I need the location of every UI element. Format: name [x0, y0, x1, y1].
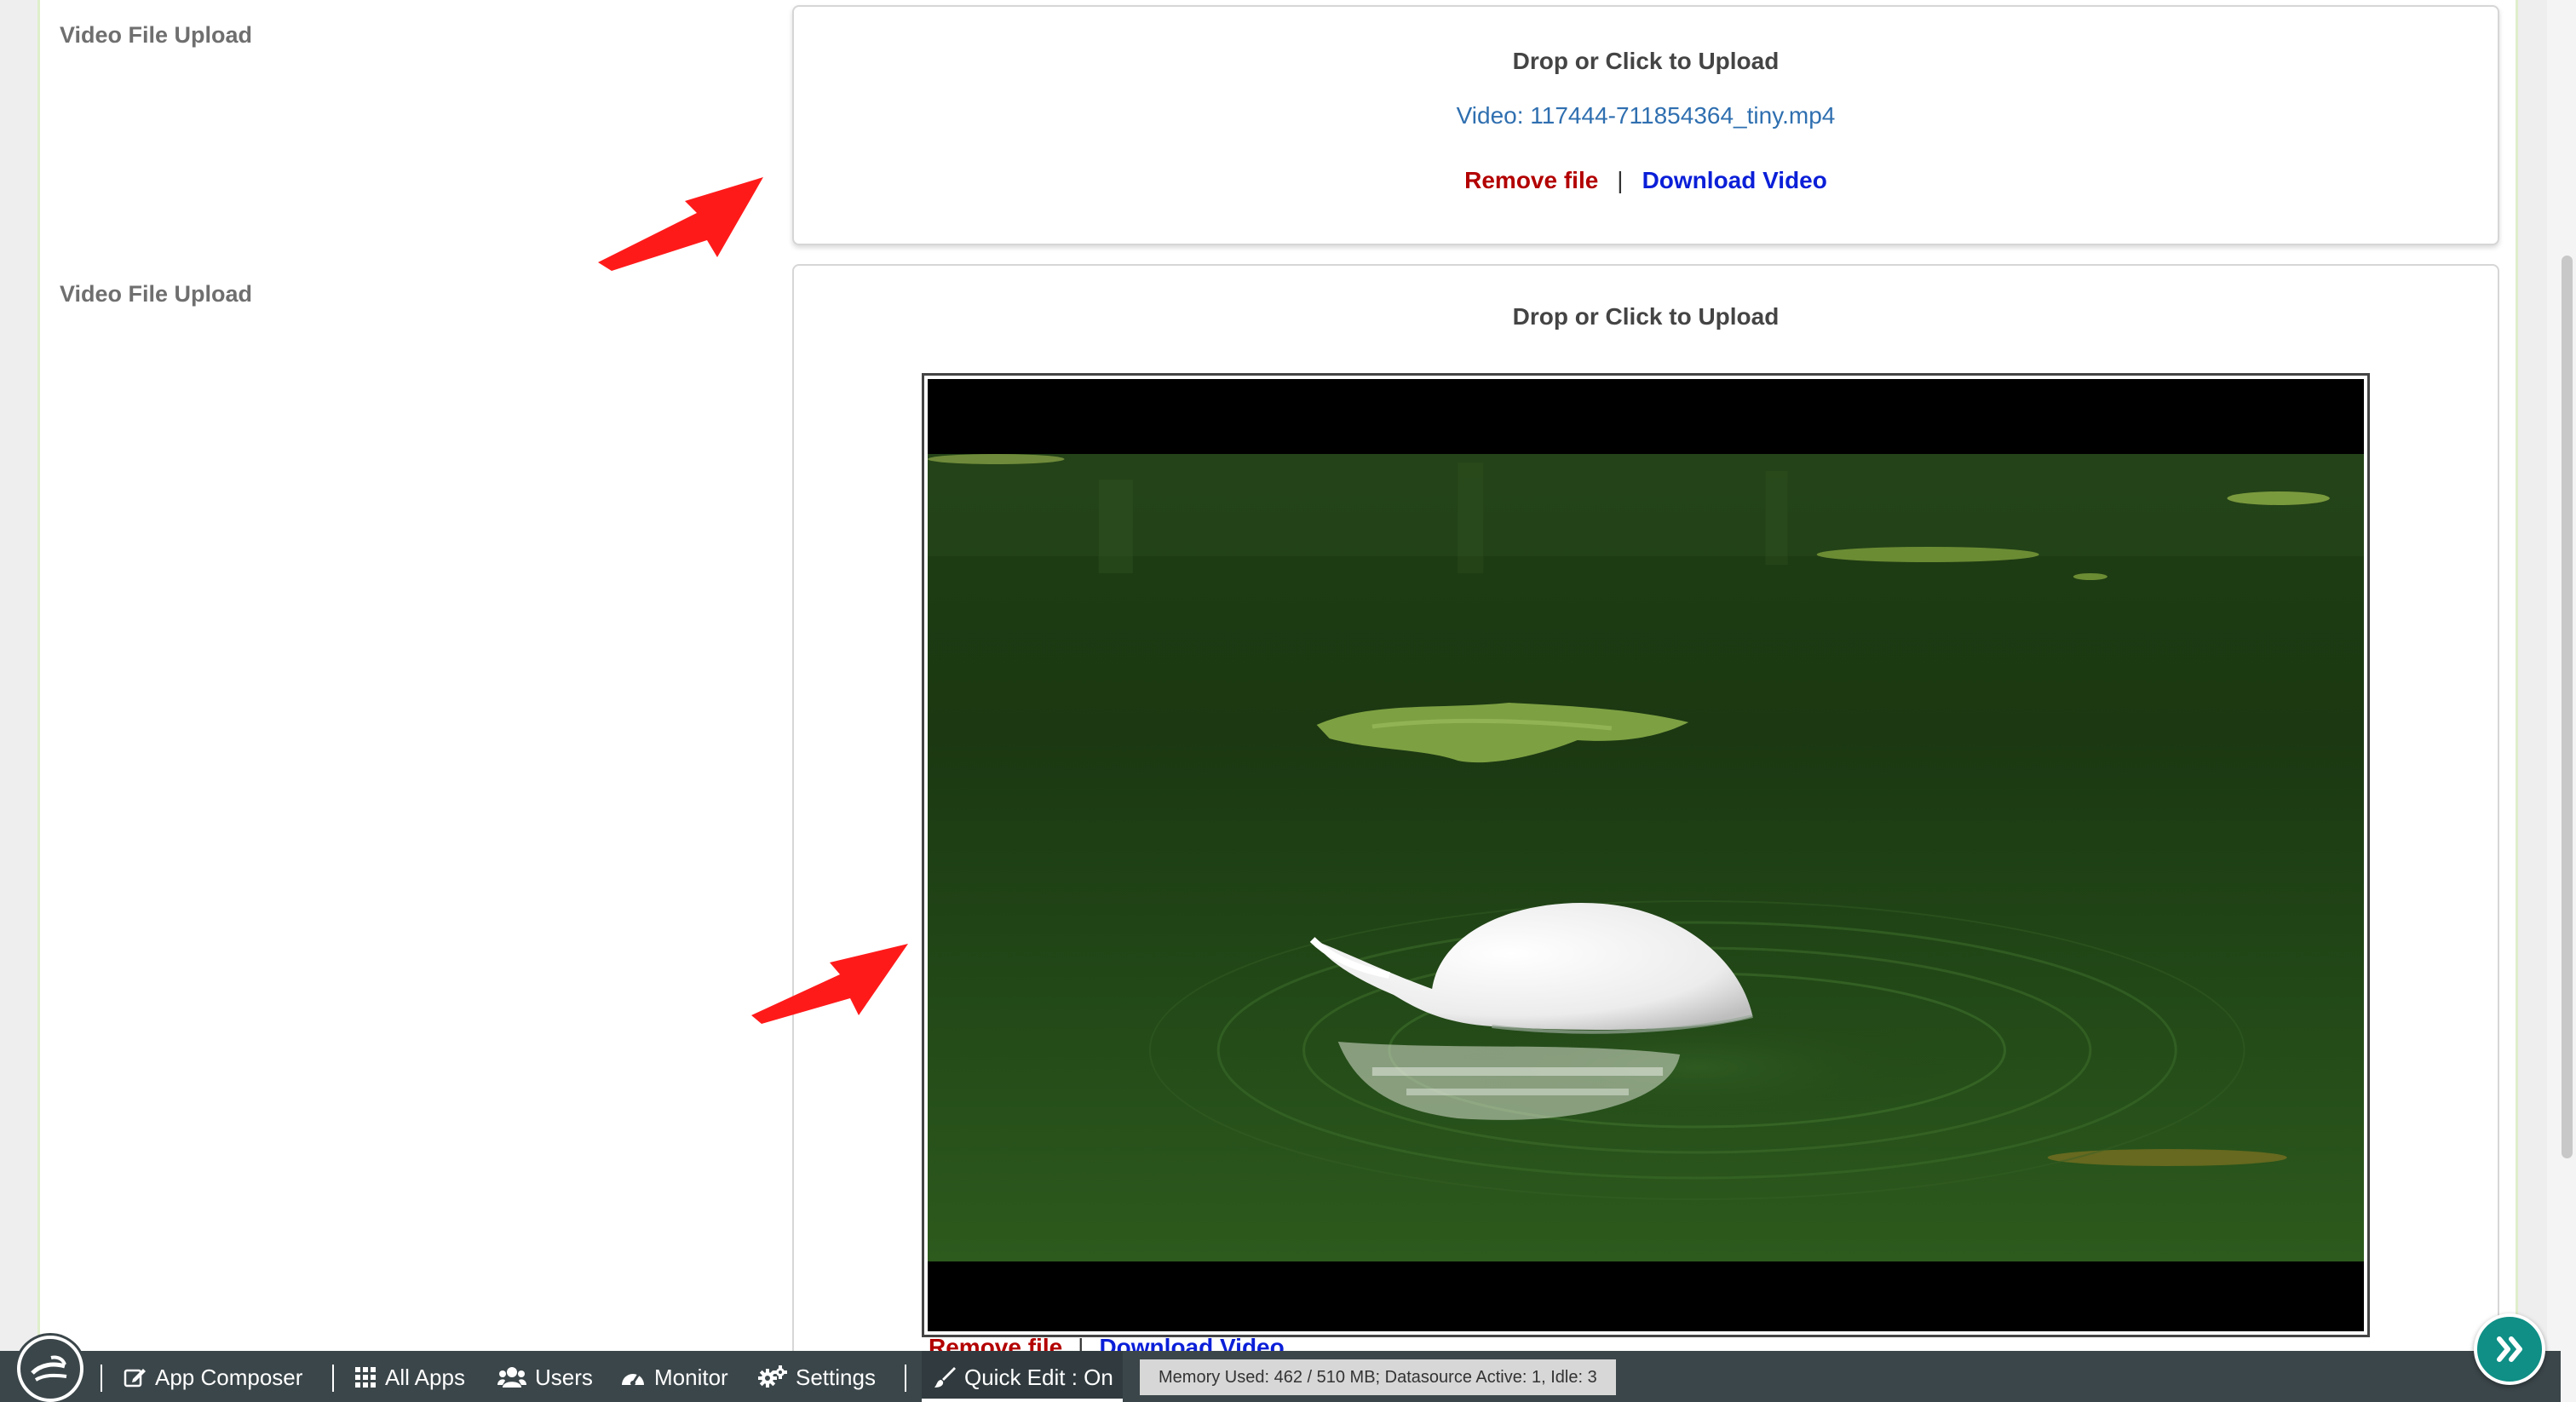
gears-icon	[758, 1365, 787, 1389]
nav-quick-edit[interactable]: Quick Edit : On	[934, 1363, 1113, 1392]
upload-title: Drop or Click to Upload	[1512, 303, 1780, 330]
nav-users[interactable]: Users	[497, 1363, 593, 1392]
video-player[interactable]	[922, 373, 2370, 1337]
page: Video File Upload Drop or Click to Uploa…	[0, 0, 2576, 1402]
nav-settings-label: Settings	[796, 1364, 876, 1390]
file-actions: Remove file | Download Video	[794, 167, 2498, 194]
nav-separator	[332, 1365, 334, 1392]
annotation-arrow-1	[598, 177, 763, 271]
bottom-toolbar: App Composer All Apps Users Monitor Sett…	[0, 1336, 2561, 1402]
users-icon	[497, 1366, 526, 1388]
upload-dropzone-1[interactable]: Drop or Click to Upload Video: 117444-71…	[792, 5, 2499, 245]
nav-all-apps-label: All Apps	[385, 1364, 465, 1390]
annotation-arrow-2	[751, 944, 908, 1024]
nav-monitor[interactable]: Monitor	[620, 1363, 728, 1392]
uploaded-file-link[interactable]: Video: 117444-711854364_tiny.mp4	[794, 102, 2498, 129]
nav-users-label: Users	[535, 1364, 593, 1390]
upload-title: Drop or Click to Upload	[1512, 48, 1780, 74]
nav-settings[interactable]: Settings	[758, 1363, 876, 1392]
double-chevron-right-icon	[2497, 1336, 2522, 1362]
edit-icon	[123, 1365, 147, 1389]
nav-monitor-label: Monitor	[654, 1364, 728, 1390]
memory-status: Memory Used: 462 / 510 MB; Datasource Ac…	[1140, 1359, 1616, 1395]
nav-separator	[101, 1365, 102, 1392]
action-separator: |	[1617, 167, 1624, 193]
video-viewport[interactable]	[928, 379, 2364, 1331]
remove-file-link[interactable]: Remove file	[1464, 167, 1598, 193]
app-logo-icon[interactable]	[17, 1336, 83, 1402]
nav-separator	[905, 1365, 906, 1392]
expand-button[interactable]	[2474, 1313, 2545, 1385]
dashboard-icon	[620, 1366, 646, 1388]
nav-app-composer-label: App Composer	[155, 1364, 303, 1390]
field-label-video-upload-2: Video File Upload	[60, 281, 253, 307]
scrollbar-thumb[interactable]	[2562, 256, 2573, 1158]
brush-icon	[934, 1366, 956, 1388]
nav-all-apps[interactable]: All Apps	[354, 1363, 465, 1392]
nav-quick-edit-label: Quick Edit : On	[964, 1364, 1113, 1390]
nav-app-composer[interactable]: App Composer	[123, 1363, 302, 1392]
download-video-link[interactable]: Download Video	[1642, 167, 1827, 193]
field-label-video-upload-1: Video File Upload	[60, 22, 253, 48]
grid-icon	[354, 1366, 377, 1388]
video-frame-image	[928, 454, 2364, 1261]
